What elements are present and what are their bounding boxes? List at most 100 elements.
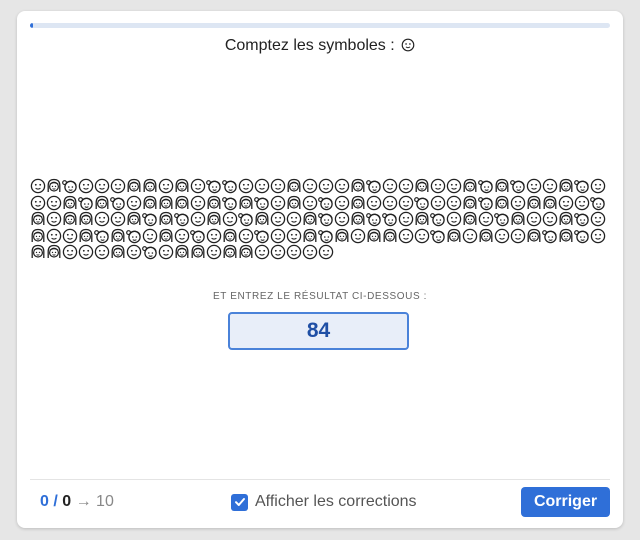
woman-face-icon — [31, 228, 45, 242]
smiley-face-icon — [126, 195, 142, 210]
girl-face-icon — [510, 180, 525, 194]
smiley-face-icon — [206, 244, 222, 260]
woman-face-icon — [479, 228, 493, 242]
smiley-face-icon — [334, 211, 350, 227]
smiley-face-icon — [318, 178, 334, 194]
girl-face-icon — [222, 196, 237, 210]
smiley-face-icon — [510, 195, 526, 210]
girl-face-icon — [574, 180, 589, 194]
smiley-face-icon — [222, 211, 238, 227]
girl-face-icon — [478, 196, 493, 210]
smiley-face-icon — [190, 211, 206, 227]
smiley-face-icon — [398, 211, 414, 227]
smiley-face-icon — [126, 244, 142, 260]
score-current: 0 — [40, 493, 49, 510]
girl-face-icon — [318, 196, 333, 210]
girl-face-icon — [318, 213, 333, 227]
woman-face-icon — [351, 178, 365, 192]
checkmark-icon — [234, 498, 245, 506]
smiley-face-icon — [254, 244, 270, 260]
show-corrections-toggle[interactable]: Afficher les corrections — [231, 493, 417, 511]
woman-face-icon — [175, 244, 189, 258]
girl-face-icon — [318, 229, 333, 243]
smiley-face-icon — [190, 178, 206, 194]
woman-face-icon — [111, 244, 125, 258]
woman-face-icon — [223, 244, 237, 258]
show-corrections-checkbox[interactable] — [231, 493, 248, 511]
girl-face-icon — [126, 229, 141, 243]
girl-face-icon — [142, 213, 157, 227]
smiley-face-icon — [110, 211, 126, 227]
smiley-face-icon — [478, 211, 494, 227]
exercise-title: Comptez les symboles : — [17, 37, 623, 57]
exercise-card: Comptez les symboles : ET ENTREZ LE RÉSU… — [17, 11, 623, 528]
girl-face-icon — [238, 213, 253, 227]
smiley-face-icon — [302, 195, 318, 210]
woman-face-icon — [63, 195, 77, 209]
woman-face-icon — [335, 228, 349, 242]
smiley-face-icon — [334, 178, 350, 194]
girl-face-icon — [430, 229, 445, 243]
woman-face-icon — [239, 244, 253, 258]
woman-face-icon — [447, 228, 461, 242]
smiley-face-icon — [446, 195, 462, 210]
woman-face-icon — [175, 195, 189, 209]
woman-face-icon — [495, 178, 509, 192]
woman-face-icon — [159, 195, 173, 209]
submit-button[interactable]: Corriger — [521, 487, 610, 517]
woman-face-icon — [111, 228, 125, 242]
smiley-face-icon — [62, 228, 78, 243]
girl-face-icon — [78, 196, 93, 210]
woman-face-icon — [351, 211, 365, 225]
woman-face-icon — [255, 211, 269, 225]
woman-face-icon — [31, 244, 45, 258]
exercise-title-text: Comptez les symboles : — [224, 37, 395, 54]
smiley-face-icon — [238, 228, 254, 243]
smiley-face-icon — [446, 178, 462, 194]
smiley-face-icon — [382, 178, 398, 194]
smiley-face-icon — [30, 178, 46, 194]
smiley-face-icon — [206, 228, 222, 243]
smiley-face-icon — [94, 244, 110, 260]
girl-face-icon — [478, 180, 493, 194]
smiley-face-icon — [158, 244, 174, 260]
woman-face-icon — [127, 211, 141, 225]
woman-face-icon — [463, 195, 477, 209]
woman-face-icon — [287, 178, 301, 192]
score-total: 0 — [62, 493, 72, 510]
smiley-face-icon — [46, 228, 62, 243]
woman-face-icon — [559, 228, 573, 242]
smiley-face-icon — [94, 178, 110, 194]
smiley-face-icon — [78, 178, 94, 194]
smiley-face-icon — [334, 195, 350, 210]
woman-face-icon — [143, 195, 157, 209]
girl-face-icon — [382, 213, 397, 227]
smiley-face-icon — [414, 228, 430, 243]
woman-face-icon — [47, 244, 61, 258]
score-separator: / — [48, 493, 63, 510]
answer-input[interactable] — [228, 312, 409, 350]
smiley-face-icon — [590, 178, 606, 194]
woman-face-icon — [175, 178, 189, 192]
girl-face-icon — [542, 229, 557, 243]
girl-face-icon — [206, 180, 221, 194]
girl-face-icon — [110, 196, 125, 210]
smiley-face-icon — [398, 178, 414, 194]
progress-bar — [30, 23, 610, 28]
girl-face-icon — [190, 229, 205, 243]
woman-face-icon — [383, 228, 397, 242]
smiley-face-icon — [46, 211, 62, 227]
symbol-grid — [30, 178, 610, 261]
girl-face-icon — [254, 229, 269, 243]
smiley-face-icon — [398, 228, 414, 243]
smiley-face-icon — [78, 244, 94, 260]
woman-face-icon — [559, 211, 573, 225]
woman-face-icon — [207, 195, 221, 209]
smiley-face-icon — [526, 178, 542, 194]
girl-face-icon — [574, 229, 589, 243]
smiley-face-icon — [590, 211, 606, 227]
girl-face-icon — [174, 213, 189, 227]
smiley-face-icon — [446, 211, 462, 227]
girl-face-icon — [254, 196, 269, 210]
girl-face-icon — [142, 246, 157, 260]
